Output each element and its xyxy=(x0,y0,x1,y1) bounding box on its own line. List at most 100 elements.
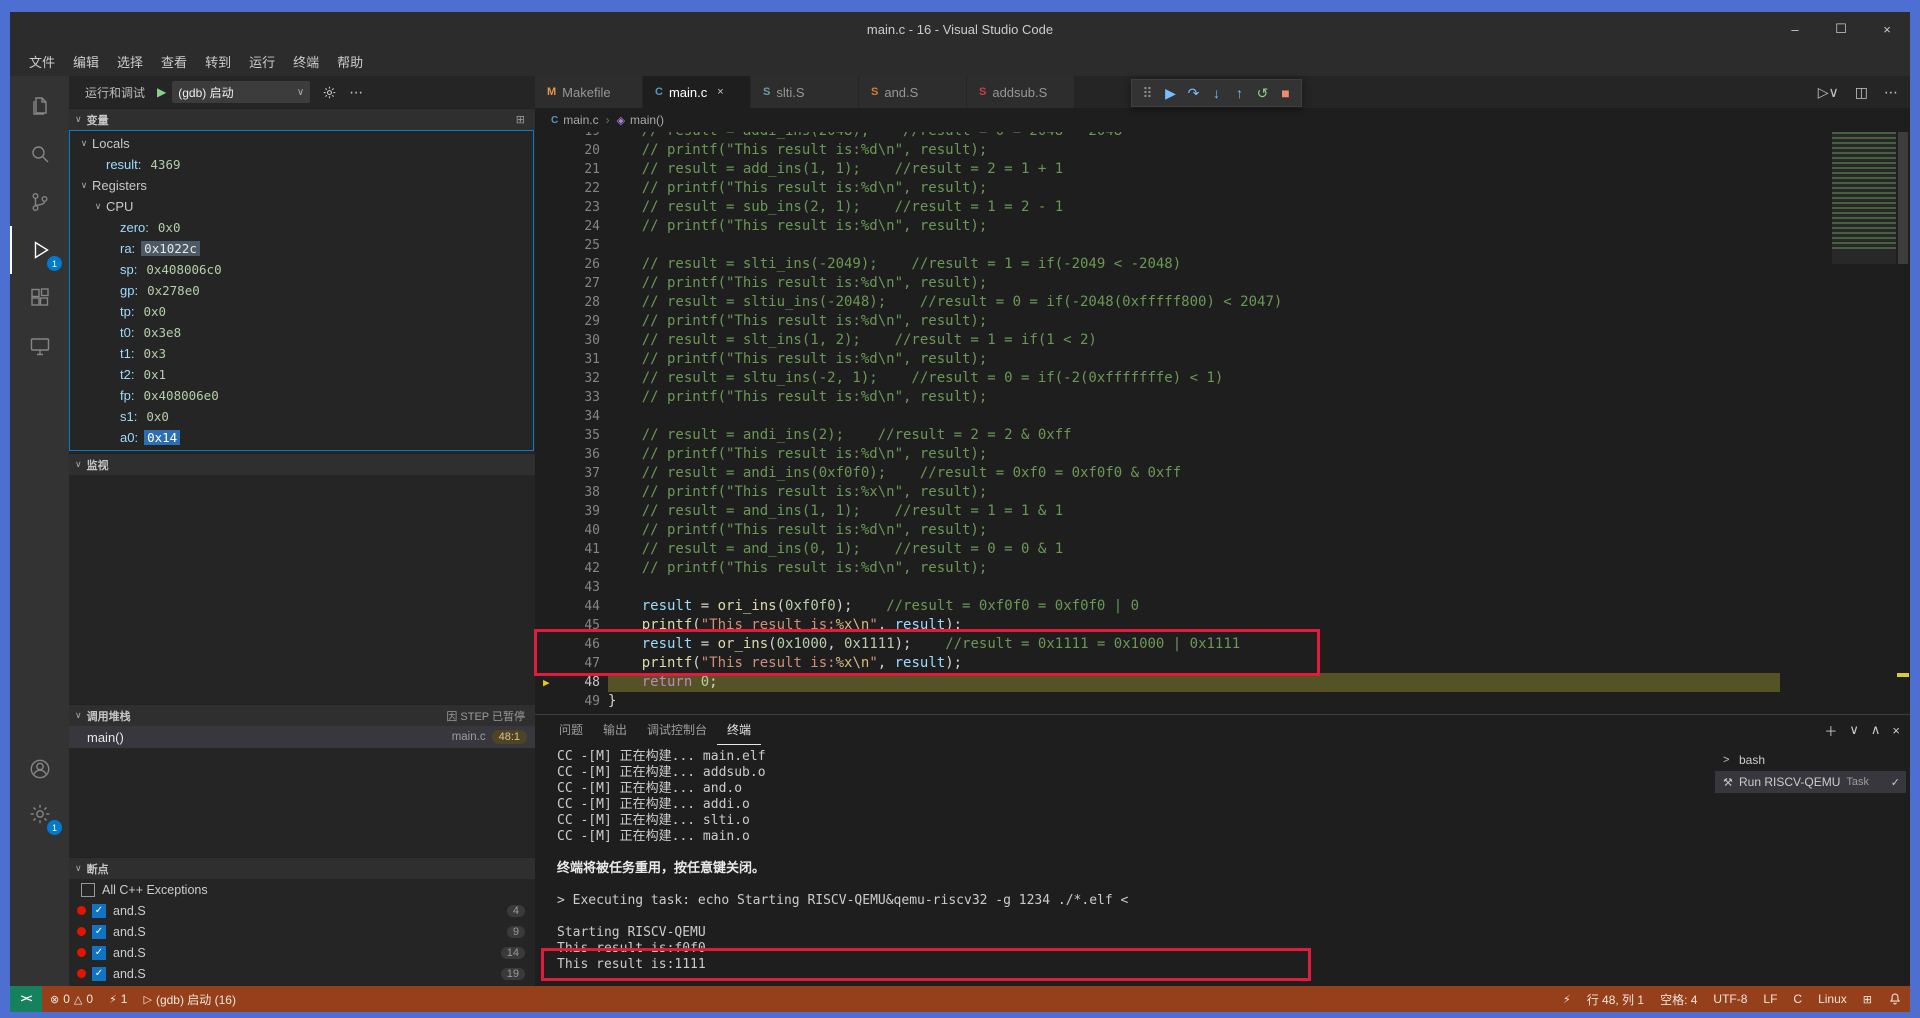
activity-item-search[interactable] xyxy=(10,130,69,178)
stop-icon[interactable]: ■ xyxy=(1274,81,1297,105)
editor-scrollbar[interactable] xyxy=(1896,132,1910,714)
checkbox-checked[interactable]: ✓ xyxy=(92,925,106,939)
line-number[interactable]: 43 xyxy=(535,578,600,597)
line-number[interactable]: 32 xyxy=(535,369,600,388)
line-number[interactable]: 39 xyxy=(535,502,600,521)
code-line[interactable]: 45 printf("This result is:%x\n", result)… xyxy=(535,616,1910,635)
layout-status[interactable]: ⊞ xyxy=(1855,993,1880,1006)
line-number[interactable]: 42 xyxy=(535,559,600,578)
breakpoint-item[interactable]: ✓and.S4 xyxy=(69,900,535,921)
variable-row[interactable]: fp:0x408006e0 xyxy=(70,385,533,406)
scrollbar-thumb[interactable] xyxy=(1898,132,1908,264)
code-line[interactable]: 36 // printf("This result is:%d\n", resu… xyxy=(535,445,1910,464)
minimap[interactable] xyxy=(1832,132,1896,250)
panel-tab-终端[interactable]: 终端 xyxy=(717,716,761,745)
terminal-list-item[interactable]: ⚒Run RISCV-QEMUTask✓ xyxy=(1715,771,1906,793)
line-number[interactable]: 34 xyxy=(535,407,600,426)
title-bar[interactable]: main.c - 16 - Visual Studio Code – ☐ × xyxy=(10,12,1910,46)
code-line[interactable]: 44 result = ori_ins(0xf0f0); //result = … xyxy=(535,597,1910,616)
line-number[interactable]: 44 xyxy=(535,597,600,616)
menu-item-编辑[interactable]: 编辑 xyxy=(64,52,108,71)
code-line[interactable]: 21 // result = add_ins(1, 1); //result =… xyxy=(535,160,1910,179)
menu-item-终端[interactable]: 终端 xyxy=(284,52,328,71)
continue-icon[interactable]: ▶ xyxy=(1159,81,1182,105)
line-number[interactable]: 25 xyxy=(535,236,600,255)
watch-section-header[interactable]: ∨ 监视 xyxy=(69,453,535,475)
panel-tab-调试控制台[interactable]: 调试控制台 xyxy=(637,716,717,744)
variable-row[interactable]: tp:0x0 xyxy=(70,301,533,322)
menu-item-查看[interactable]: 查看 xyxy=(152,52,196,71)
breakpoint-item[interactable]: ✓and.S9 xyxy=(69,921,535,942)
code-line[interactable]: 30 // result = slt_ins(1, 2); //result =… xyxy=(535,331,1910,350)
split-terminal-icon[interactable]: ∨ xyxy=(1849,722,1859,738)
line-number[interactable]: 20 xyxy=(535,141,600,160)
line-number[interactable]: 31 xyxy=(535,350,600,369)
line-number[interactable]: 47 xyxy=(535,654,600,673)
variable-row[interactable]: s1:0x0 xyxy=(70,406,533,427)
panel-tab-输出[interactable]: 输出 xyxy=(593,716,637,744)
code-line[interactable]: 20 // printf("This result is:%d\n", resu… xyxy=(535,141,1910,160)
breadcrumb[interactable]: C main.c › ◈ main() xyxy=(535,108,1910,132)
code-line[interactable]: 31 // printf("This result is:%d\n", resu… xyxy=(535,350,1910,369)
menu-item-运行[interactable]: 运行 xyxy=(240,52,284,71)
remote-os-status[interactable]: Linux xyxy=(1810,992,1855,1006)
line-number[interactable]: 19 xyxy=(535,132,600,141)
cursor-position[interactable]: 行 48, 列 1 xyxy=(1579,991,1652,1008)
code-line[interactable]: 35 // result = andi_ins(2); //result = 2… xyxy=(535,426,1910,445)
close-icon[interactable]: × xyxy=(1864,12,1910,46)
menu-item-文件[interactable]: 文件 xyxy=(20,52,64,71)
tab-and.S[interactable]: Sand.S xyxy=(859,76,967,108)
menu-item-选择[interactable]: 选择 xyxy=(108,52,152,71)
encoding-status[interactable]: UTF-8 xyxy=(1705,992,1755,1006)
breakpoint-item[interactable]: ✓and.S14 xyxy=(69,942,535,963)
close-panel-icon[interactable]: × xyxy=(1892,723,1900,738)
line-number[interactable]: 41 xyxy=(535,540,600,559)
activity-item-settings[interactable]: 1 xyxy=(10,790,69,838)
line-number[interactable]: 23 xyxy=(535,198,600,217)
minimize-icon[interactable]: – xyxy=(1772,12,1818,46)
line-number[interactable]: 24 xyxy=(535,217,600,236)
checkbox-checked[interactable]: ✓ xyxy=(92,946,106,960)
code-line[interactable]: 46 result = or_ins(0x1000, 0x1111); //re… xyxy=(535,635,1910,654)
variable-row[interactable]: zero:0x0 xyxy=(70,217,533,238)
menu-item-转到[interactable]: 转到 xyxy=(196,52,240,71)
activity-item-source-control[interactable] xyxy=(10,178,69,226)
breakpoint-item[interactable]: ✓and.S19 xyxy=(69,963,535,984)
maximize-panel-icon[interactable]: ∧ xyxy=(1871,722,1881,738)
activity-item-remote-explorer[interactable] xyxy=(10,322,69,370)
code-line[interactable]: 27 // printf("This result is:%d\n", resu… xyxy=(535,274,1910,293)
more-actions-icon[interactable]: ⋯ xyxy=(1884,84,1898,101)
checkbox-checked[interactable]: ✓ xyxy=(92,904,106,918)
restart-icon[interactable]: ↺ xyxy=(1251,81,1274,105)
step-over-icon[interactable]: ↷ xyxy=(1182,81,1205,105)
code-line[interactable]: 24 // printf("This result is:%d\n", resu… xyxy=(535,217,1910,236)
debug-session-status[interactable]: ▷ (gdb) 启动 (16) xyxy=(135,991,244,1008)
breadcrumb-symbol[interactable]: main() xyxy=(630,113,664,127)
notifications-status[interactable] xyxy=(1880,992,1910,1006)
scope-row[interactable]: ∨CPU xyxy=(70,196,533,217)
scope-row[interactable]: ∨Registers xyxy=(70,175,533,196)
activity-item-account[interactable] xyxy=(10,745,69,793)
split-editor-icon[interactable]: ◫ xyxy=(1855,84,1868,101)
line-number[interactable]: 28 xyxy=(535,293,600,312)
problems-status[interactable]: ⊗ 0 △ 0 xyxy=(42,992,101,1006)
code-editor[interactable]: 19 // result = addi_ins(2048); //result … xyxy=(535,132,1910,714)
activity-item-extensions[interactable] xyxy=(10,274,69,322)
start-debug-icon[interactable]: ▶ xyxy=(157,85,166,99)
activity-item-explorer[interactable] xyxy=(10,82,69,130)
line-number[interactable]: 46 xyxy=(535,635,600,654)
step-out-icon[interactable]: ↑ xyxy=(1228,81,1251,105)
tab-addsub.S[interactable]: Saddsub.S xyxy=(967,76,1075,108)
line-number[interactable]: 49 xyxy=(535,692,600,711)
code-line[interactable]: 29 // printf("This result is:%d\n", resu… xyxy=(535,312,1910,331)
code-line[interactable]: 37 // result = andi_ins(0xf0f0); //resul… xyxy=(535,464,1910,483)
variables-view-icon[interactable]: ⊞ xyxy=(516,113,525,126)
tab-main.c[interactable]: Cmain.c× xyxy=(643,76,751,108)
code-line[interactable]: 33 // printf("This result is:%d\n", resu… xyxy=(535,388,1910,407)
variable-row[interactable]: t0:0x3e8 xyxy=(70,322,533,343)
code-line[interactable]: 40 // printf("This result is:%d\n", resu… xyxy=(535,521,1910,540)
step-into-icon[interactable]: ↓ xyxy=(1205,81,1228,105)
variable-row[interactable]: gp:0x278e0 xyxy=(70,280,533,301)
code-line[interactable]: 42 // printf("This result is:%d\n", resu… xyxy=(535,559,1910,578)
menu-item-帮助[interactable]: 帮助 xyxy=(328,52,372,71)
